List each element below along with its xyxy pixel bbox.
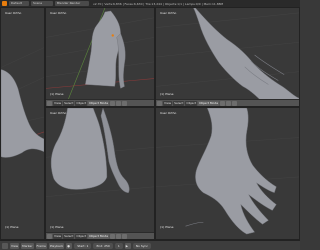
pivot-icon[interactable] (226, 100, 232, 106)
end-frame-field[interactable]: End: 250 (93, 242, 113, 249)
hand-mesh (193, 8, 299, 106)
viewport-object-name: (1) Plane (160, 225, 174, 229)
pivot-icon[interactable] (116, 233, 122, 239)
blender-window: Default Scene Blender Render v2.70 | Ver… (0, 0, 300, 250)
pivot-icon[interactable] (116, 100, 122, 106)
viewport-bottom-right[interactable]: User Ortho (1) Plane (155, 107, 300, 240)
viewport-header: View Select Object Object Mode (46, 99, 154, 106)
mode-selector[interactable]: Object Mode (198, 100, 220, 106)
object-menu[interactable]: Object (185, 100, 198, 106)
timeline-header: View Marker Frame Playback ● Start: 1 En… (0, 240, 300, 250)
select-menu[interactable]: Select (63, 233, 75, 239)
playback-menu[interactable]: Playback (48, 242, 65, 249)
editor-type-icon[interactable] (47, 100, 52, 106)
editor-type-icon[interactable] (2, 242, 8, 249)
viewport-label: User Ortho (5, 11, 22, 15)
editor-type-icon[interactable] (157, 100, 162, 106)
info-header: Default Scene Blender Render v2.70 | Ver… (0, 0, 300, 7)
viewport-object-name: (1) Plane (50, 225, 64, 229)
torso-mesh (1, 69, 44, 158)
scene-stats: v2.70 | Verts:6,836 | Faces:6,630 | Tris… (93, 1, 224, 6)
select-menu[interactable]: Select (63, 100, 75, 106)
viewport-left[interactable]: User Ortho (1) Plane (0, 7, 45, 240)
viewport-label: User Ortho (50, 111, 67, 115)
screen-layout-selector[interactable]: Default (9, 1, 29, 6)
viewport-object-name: (1) Plane (160, 92, 174, 96)
shading-icon[interactable] (110, 233, 116, 239)
editor-type-icon[interactable] (47, 233, 52, 239)
object-menu[interactable]: Object (75, 100, 88, 106)
play-icon[interactable]: ▶ (124, 242, 131, 249)
blender-logo-icon[interactable] (2, 1, 7, 6)
viewport-top-right[interactable]: User Ortho (1) Plane View Select Object … (155, 7, 300, 107)
object-menu[interactable]: Object (75, 233, 88, 239)
current-frame-field[interactable]: 1 (114, 242, 123, 249)
record-icon[interactable]: ● (66, 242, 73, 249)
frame-menu[interactable]: Frame (35, 242, 47, 249)
viewport-scene (156, 108, 299, 235)
mode-selector[interactable]: Object Mode (88, 100, 110, 106)
view-menu[interactable]: View (10, 242, 20, 249)
hand-mesh (195, 108, 277, 235)
scene-selector[interactable]: Scene (31, 1, 53, 6)
viewport-header: View Select Object Object Mode (156, 99, 299, 106)
viewport-scene (156, 8, 299, 106)
select-menu[interactable]: Select (173, 100, 185, 106)
viewport-label: User Ortho (160, 11, 177, 15)
viewport-scene (1, 47, 44, 158)
shading-icon[interactable] (220, 100, 226, 106)
thumb-line (185, 221, 204, 227)
view-menu[interactable]: View (53, 100, 63, 106)
start-frame-field[interactable]: Start: 1 (74, 242, 92, 249)
manipulator-icon[interactable] (122, 100, 128, 106)
view-menu[interactable]: View (163, 100, 173, 106)
manipulator-icon[interactable] (232, 100, 238, 106)
marker-menu[interactable]: Marker (21, 242, 34, 249)
viewport-object-name: (1) Plane (50, 92, 64, 96)
viewport-label: User Ortho (160, 111, 177, 115)
manipulator-icon[interactable] (122, 233, 128, 239)
object-origin (111, 34, 114, 37)
shading-icon[interactable] (110, 100, 116, 106)
viewport-scene (46, 108, 154, 197)
viewport-bottom-middle[interactable]: User Ortho (1) Plane View Select Object … (45, 107, 155, 240)
viewport-object-name: (1) Plane (5, 225, 19, 229)
viewport-header: View Select Object Object Mode (46, 232, 154, 239)
render-engine-selector[interactable]: Blender Render (55, 1, 89, 6)
mode-selector[interactable]: Object Mode (88, 233, 110, 239)
viewport-label: User Ortho (50, 11, 67, 15)
torso-mesh (50, 108, 108, 190)
view-menu[interactable]: View (53, 233, 63, 239)
viewport-top-middle[interactable]: User Ortho (1) Plane View Select Object … (45, 7, 155, 107)
arm-mesh (116, 33, 126, 89)
sync-selector[interactable]: No Sync (132, 242, 152, 249)
